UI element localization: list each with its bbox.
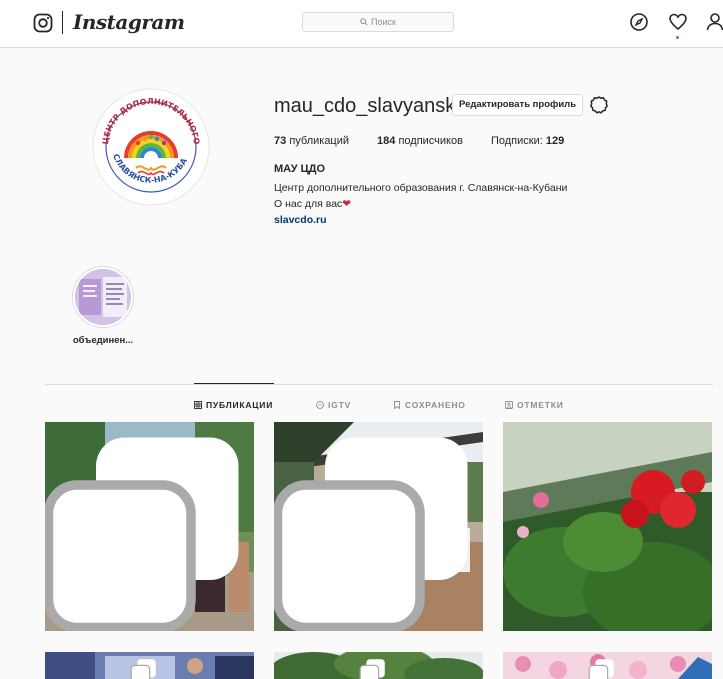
following-count: 129: [545, 135, 565, 147]
search-placeholder: Поиск: [371, 17, 396, 27]
posts-label: публикаций: [289, 135, 350, 147]
instagram-wordmark[interactable]: Instagram: [73, 10, 185, 34]
tag-icon: [505, 401, 513, 409]
tab-posts[interactable]: ПУБЛИКАЦИИ: [194, 400, 273, 410]
post-thumbnail[interactable]: [45, 422, 254, 631]
user-icon[interactable]: [705, 12, 723, 32]
profile-full-name: МАУ ЦДО: [274, 163, 326, 175]
followers-stat[interactable]: 184 подписчиков: [377, 135, 463, 147]
tab-tagged[interactable]: ОТМЕТКИ: [505, 400, 564, 410]
tab-tagged-label: ОТМЕТКИ: [517, 400, 564, 410]
post-thumbnail[interactable]: [274, 422, 483, 631]
notification-dot: [676, 36, 679, 39]
following-stat[interactable]: Подписки: 129: [491, 135, 564, 147]
story-highlight[interactable]: [72, 266, 134, 328]
post-thumbnail[interactable]: [503, 652, 712, 679]
followers-count: 184: [377, 135, 396, 147]
profile-bio-line-2: О нас для вас❤: [274, 198, 351, 210]
profile-avatar[interactable]: ЦЕНТР ДОПОЛНИТЕЛЬНОГО Г.СЛАВЯНСК-НА-КУБА…: [92, 88, 210, 206]
multiple-photos-icon: [274, 437, 468, 631]
active-tab-indicator: [194, 383, 274, 384]
highlight-label: объединен...: [72, 335, 134, 346]
grid-icon: [194, 401, 202, 409]
profile-bio-line: Центр дополнительного образования г. Сла…: [274, 182, 568, 194]
multiple-photos-icon: [588, 659, 614, 679]
post-thumbnail[interactable]: [45, 652, 254, 679]
post-thumbnail[interactable]: [503, 422, 712, 631]
profile-stats: 73 публикаций 184 подписчиков Подписки: …: [274, 135, 592, 147]
igtv-icon: [316, 401, 324, 409]
search-icon: [360, 18, 368, 26]
multiple-photos-icon: [359, 659, 385, 679]
search-input[interactable]: Поиск: [302, 12, 454, 32]
post-thumbnail[interactable]: [274, 652, 483, 679]
multiple-photos-icon: [130, 659, 156, 679]
followers-label: подписчиков: [398, 135, 463, 147]
settings-gear-icon[interactable]: [589, 95, 609, 115]
compass-icon[interactable]: [629, 12, 649, 32]
profile-bio-text: О нас для вас: [274, 198, 343, 210]
logo-divider: [62, 11, 63, 34]
tab-igtv-label: IGTV: [328, 400, 352, 410]
instagram-glyph-icon[interactable]: [33, 13, 53, 33]
profile-website-link[interactable]: slavcdo.ru: [274, 214, 327, 226]
edit-profile-button[interactable]: Редактировать профиль: [452, 94, 584, 116]
heart-icon[interactable]: [668, 12, 688, 32]
multiple-photos-icon: [45, 437, 239, 631]
highlight-cover: [75, 269, 131, 325]
tabs-divider: [45, 384, 713, 385]
bookmark-icon: [394, 401, 400, 409]
tab-igtv[interactable]: IGTV: [316, 400, 351, 410]
profile-username: mau_cdo_slavyansk: [274, 95, 456, 117]
top-navigation: Instagram Поиск: [0, 0, 723, 48]
tab-saved-label: СОХРАНЕНО: [405, 400, 466, 410]
posts-count: 73: [274, 135, 287, 147]
posts-stat: 73 публикаций: [274, 135, 349, 147]
following-label: Подписки:: [490, 135, 543, 147]
heart-emoji-icon: ❤: [342, 198, 352, 210]
tab-saved[interactable]: СОХРАНЕНО: [393, 400, 466, 410]
tab-posts-label: ПУБЛИКАЦИИ: [206, 400, 274, 410]
